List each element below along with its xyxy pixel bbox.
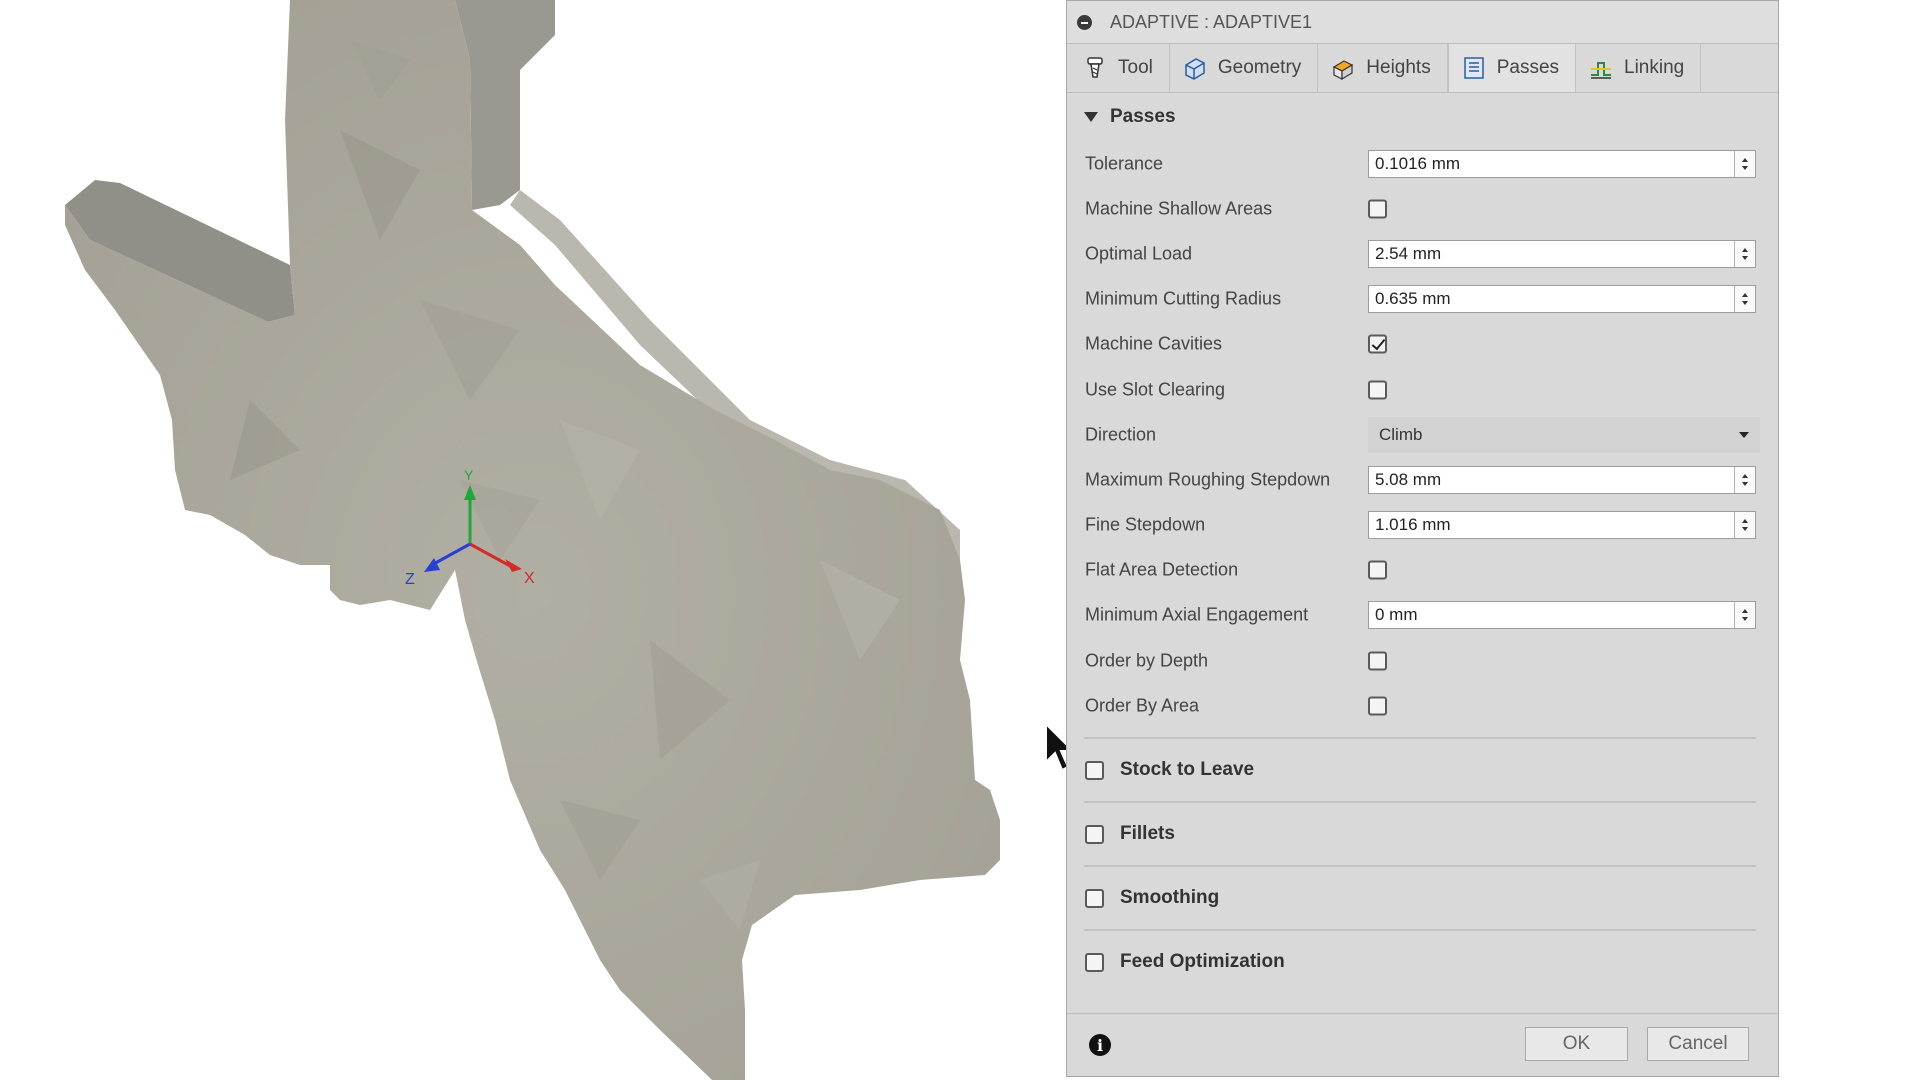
flat-area-detection-row: Flat Area Detection <box>1067 548 1778 593</box>
optimal-load-input[interactable]: 2.54 mm <box>1368 239 1756 268</box>
tab-heights[interactable]: Heights <box>1318 44 1448 92</box>
order-by-area-row: Order By Area <box>1067 683 1778 728</box>
machine-cavities-label: Machine Cavities <box>1085 333 1223 354</box>
tab-passes[interactable]: Passes <box>1447 44 1577 92</box>
machine-cavities-checkbox[interactable] <box>1368 334 1387 354</box>
feed-optimization-group: Feed Optimization <box>1084 929 1756 993</box>
fillets-checkbox[interactable] <box>1085 824 1104 844</box>
ok-button[interactable]: OK <box>1525 1027 1628 1061</box>
passes-icon <box>1463 57 1484 79</box>
spinner-icon[interactable] <box>1734 150 1755 177</box>
adaptive-dialog: ADAPTIVE : ADAPTIVE1 Tool Geometry Heigh… <box>1066 0 1779 1077</box>
stock-to-leave-label: Stock to Leave <box>1120 759 1255 781</box>
x-axis-label: X <box>524 570 535 587</box>
spinner-icon[interactable] <box>1734 240 1755 267</box>
chevron-down-icon <box>1739 431 1749 438</box>
section-label: Passes <box>1110 106 1176 127</box>
expand-triangle-icon <box>1084 112 1098 122</box>
feed-optimization-label: Feed Optimization <box>1120 951 1285 973</box>
cancel-button[interactable]: Cancel <box>1647 1027 1749 1061</box>
fillets-label: Fillets <box>1120 823 1175 845</box>
use-slot-clearing-row: Use Slot Clearing <box>1067 367 1778 412</box>
tab-linking[interactable]: Linking <box>1576 44 1702 92</box>
optimal-load-label: Optimal Load <box>1085 243 1193 264</box>
linking-icon <box>1591 62 1612 79</box>
flat-area-detection-label: Flat Area Detection <box>1085 559 1239 580</box>
tab-label: Geometry <box>1217 57 1302 78</box>
stock-to-leave-checkbox[interactable] <box>1085 760 1104 780</box>
fillets-group: Fillets <box>1084 801 1756 865</box>
spinner-icon[interactable] <box>1734 286 1755 313</box>
min-axial-engagement-value: 0 mm <box>1375 605 1418 625</box>
max-roughing-stepdown-label: Maximum Roughing Stepdown <box>1085 469 1331 490</box>
order-by-depth-row: Order by Depth <box>1067 638 1778 683</box>
3d-viewport[interactable]: X Z Y <box>0 0 1065 1080</box>
use-slot-clearing-checkbox[interactable] <box>1368 380 1387 400</box>
machine-cavities-row: Machine Cavities <box>1067 322 1778 367</box>
max-roughing-stepdown-input[interactable]: 5.08 mm <box>1368 465 1756 494</box>
part-model[interactable]: X Z Y <box>0 0 1065 1080</box>
tolerance-label: Tolerance <box>1085 153 1164 174</box>
smoothing-label: Smoothing <box>1120 887 1220 909</box>
heights-icon <box>1333 60 1354 81</box>
order-by-area-checkbox[interactable] <box>1368 696 1387 716</box>
tab-label: Passes <box>1496 57 1560 78</box>
order-by-depth-checkbox[interactable] <box>1368 651 1387 671</box>
tab-label: Tool <box>1118 57 1153 78</box>
tab-label: Linking <box>1624 57 1685 78</box>
smoothing-group: Smoothing <box>1084 865 1756 929</box>
min-axial-engagement-input[interactable]: 0 mm <box>1368 601 1756 630</box>
order-by-depth-label: Order by Depth <box>1085 650 1209 671</box>
fine-stepdown-value: 1.016 mm <box>1375 515 1451 535</box>
info-icon[interactable]: i <box>1089 1034 1111 1056</box>
direction-select[interactable]: Climb <box>1368 416 1760 453</box>
y-axis-label: Y <box>464 467 474 483</box>
max-roughing-stepdown-row: Maximum Roughing Stepdown 5.08 mm <box>1067 457 1778 502</box>
dialog-titlebar: ADAPTIVE : ADAPTIVE1 <box>1067 1 1778 44</box>
direction-value: Climb <box>1379 424 1423 444</box>
fine-stepdown-label: Fine Stepdown <box>1085 514 1206 535</box>
tab-tool[interactable]: Tool <box>1070 44 1170 92</box>
smoothing-checkbox[interactable] <box>1085 888 1104 908</box>
minimum-cutting-radius-value: 0.635 mm <box>1375 289 1451 309</box>
model-top-surface <box>65 0 1000 1080</box>
min-axial-engagement-row: Minimum Axial Engagement 0 mm <box>1067 593 1778 638</box>
minimum-cutting-radius-label: Minimum Cutting Radius <box>1085 288 1282 309</box>
tolerance-value: 0.1016 mm <box>1375 153 1461 173</box>
collapse-icon[interactable] <box>1077 14 1092 30</box>
fine-stepdown-input[interactable]: 1.016 mm <box>1368 511 1756 540</box>
dialog-footer: i OK Cancel <box>1067 1013 1778 1076</box>
tolerance-row: Tolerance 0.1016 mm <box>1067 141 1778 186</box>
direction-label: Direction <box>1085 424 1157 445</box>
machine-shallow-areas-row: Machine Shallow Areas <box>1067 186 1778 231</box>
machine-shallow-areas-checkbox[interactable] <box>1368 199 1387 219</box>
passes-section-header[interactable]: Passes <box>1067 93 1778 141</box>
max-roughing-stepdown-value: 5.08 mm <box>1375 469 1442 489</box>
z-axis-label: Z <box>405 571 415 588</box>
minimum-cutting-radius-row: Minimum Cutting Radius 0.635 mm <box>1067 277 1778 322</box>
spinner-icon[interactable] <box>1734 466 1755 493</box>
tab-label: Heights <box>1366 57 1431 78</box>
minimum-cutting-radius-input[interactable]: 0.635 mm <box>1368 285 1756 314</box>
tool-icon <box>1087 57 1103 78</box>
optimal-load-row: Optimal Load 2.54 mm <box>1067 231 1778 276</box>
order-by-area-label: Order By Area <box>1085 695 1200 716</box>
spinner-icon[interactable] <box>1734 512 1755 539</box>
flat-area-detection-checkbox[interactable] <box>1368 560 1387 580</box>
feed-optimization-checkbox[interactable] <box>1085 952 1104 972</box>
fine-stepdown-row: Fine Stepdown 1.016 mm <box>1067 503 1778 548</box>
geometry-icon <box>1185 58 1205 80</box>
stock-to-leave-group: Stock to Leave <box>1084 737 1756 801</box>
tab-geometry[interactable]: Geometry <box>1170 44 1319 92</box>
direction-row: Direction Climb <box>1067 412 1778 457</box>
tab-bar: Tool Geometry Heights Passes Linking <box>1067 44 1778 93</box>
dialog-title: ADAPTIVE : ADAPTIVE1 <box>1110 11 1313 32</box>
use-slot-clearing-label: Use Slot Clearing <box>1085 379 1226 400</box>
min-axial-engagement-label: Minimum Axial Engagement <box>1085 604 1309 625</box>
tolerance-input[interactable]: 0.1016 mm <box>1368 149 1756 178</box>
spinner-icon[interactable] <box>1734 602 1755 629</box>
machine-shallow-areas-label: Machine Shallow Areas <box>1085 198 1273 219</box>
optimal-load-value: 2.54 mm <box>1375 243 1442 263</box>
